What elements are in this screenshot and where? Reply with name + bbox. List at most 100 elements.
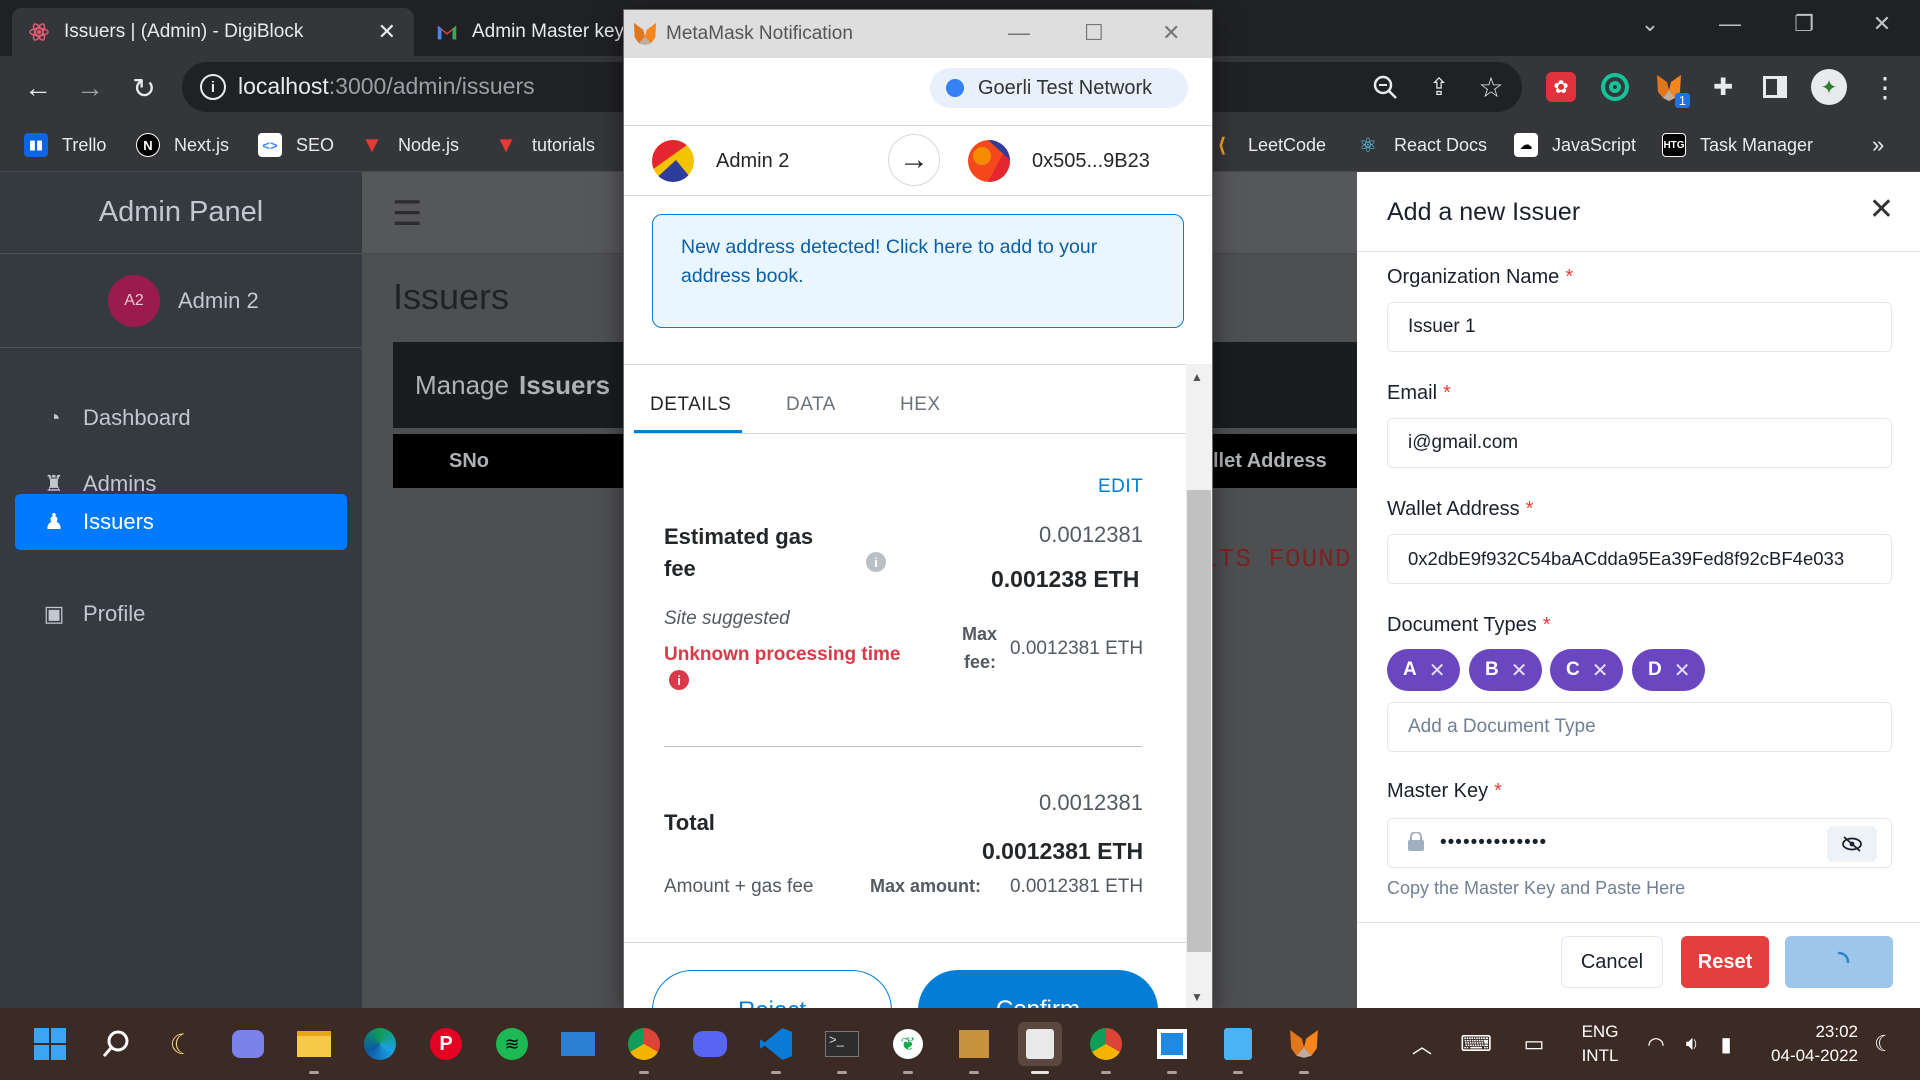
network-selector[interactable]: Goerli Test Network xyxy=(930,68,1188,108)
windows-start-icon[interactable] xyxy=(28,1022,72,1066)
cancel-button[interactable]: Cancel xyxy=(1561,936,1663,988)
extensions-puzzle-icon[interactable]: ✚ xyxy=(1704,68,1742,106)
notepad-icon[interactable] xyxy=(1216,1022,1260,1074)
bookmark-react-docs[interactable]: ⚛ React Docs xyxy=(1356,118,1487,172)
bookmark-leetcode[interactable]: ⟨ LeetCode xyxy=(1210,118,1326,172)
bookmark-nextjs[interactable]: N Next.js xyxy=(136,118,229,172)
tab-data[interactable]: DATA xyxy=(786,394,836,416)
info-icon[interactable]: i xyxy=(866,552,886,572)
drawer-header: Add a new Issuer ✕ xyxy=(1357,172,1920,252)
maximize-icon[interactable]: ☐ xyxy=(1084,20,1104,46)
forward-icon[interactable]: → xyxy=(70,68,110,108)
reset-button[interactable]: Reset xyxy=(1681,936,1769,988)
notifications-icon[interactable]: ☾ xyxy=(1862,1022,1906,1066)
new-address-notice[interactable]: New address detected! Click here to add … xyxy=(652,214,1184,328)
side-panel-icon[interactable] xyxy=(1756,68,1794,106)
share-icon[interactable]: ⇪ xyxy=(1420,68,1458,106)
tab-details[interactable]: DETAILS xyxy=(650,394,731,416)
document-type-input[interactable]: Add a Document Type xyxy=(1387,702,1892,752)
toggle-visibility-button[interactable] xyxy=(1827,826,1877,862)
scroll-down-icon[interactable]: ▼ xyxy=(1191,990,1203,1004)
bookmark-tutorials[interactable]: ▼ tutorials xyxy=(494,118,595,172)
pinterest-icon[interactable]: P xyxy=(424,1022,468,1066)
back-icon[interactable]: ← xyxy=(18,68,58,108)
submit-button[interactable] xyxy=(1785,936,1893,988)
bookmark-star-icon[interactable]: ☆ xyxy=(1472,68,1510,106)
metamask-popup: MetaMask Notification — ☐ ✕ Goerli Test … xyxy=(624,10,1212,1008)
bookmark-seo[interactable]: <> SEO xyxy=(258,118,334,172)
remove-tag-icon[interactable]: ✕ xyxy=(1674,658,1691,683)
tab-hex[interactable]: HEX xyxy=(900,394,941,416)
sidebar-item-profile[interactable]: ▣ Profile xyxy=(15,586,347,642)
search-icon[interactable] xyxy=(94,1022,138,1066)
language-indicator[interactable]: ENG INTL xyxy=(1570,1022,1630,1066)
email-input[interactable]: i@gmail.com xyxy=(1387,418,1892,468)
keyboard-icon[interactable]: ⌨ xyxy=(1454,1022,1498,1066)
sidebar-user-name: Admin 2 xyxy=(178,287,259,313)
tab-admin-master-key[interactable]: Admin Master key xyxy=(420,8,630,56)
close-icon[interactable]: ✕ xyxy=(1869,192,1894,227)
moon-app-icon[interactable]: ☾ xyxy=(160,1022,204,1066)
scrollbar-thumb[interactable] xyxy=(1187,490,1211,952)
terminal-icon[interactable]: >_ xyxy=(820,1022,864,1074)
more-menu-icon[interactable]: ⋮ xyxy=(1866,68,1904,106)
clock[interactable]: 23:02 04-04-2022 xyxy=(1754,1022,1858,1066)
minimize-icon[interactable]: — xyxy=(1008,20,1030,46)
to-account[interactable]: 0x505...9B23 xyxy=(968,140,1150,182)
battery-icon[interactable]: ▮ xyxy=(1704,1022,1748,1066)
tablet-mode-icon[interactable]: ▭ xyxy=(1512,1022,1556,1066)
chrome-profile-icon[interactable] xyxy=(1084,1022,1128,1074)
spotify-icon[interactable]: ≋ xyxy=(490,1022,534,1066)
hamburger-menu-icon[interactable]: ☰ xyxy=(392,194,422,234)
package-app-icon[interactable] xyxy=(952,1022,996,1074)
snipping-tool-icon[interactable] xyxy=(1018,1022,1062,1074)
notion-app-icon[interactable] xyxy=(1150,1022,1194,1074)
sidebar-user[interactable]: A2 Admin 2 xyxy=(0,254,362,348)
scroll-up-icon[interactable]: ▲ xyxy=(1191,370,1203,384)
close-tab-icon[interactable]: ✕ xyxy=(378,19,396,45)
master-key-input[interactable]: •••••••••••••• xyxy=(1387,818,1892,868)
bookmark-nodejs[interactable]: ▼ Node.js xyxy=(360,118,459,172)
bookmarks-overflow-icon[interactable]: » xyxy=(1872,118,1884,172)
grammarly-extension-icon[interactable] xyxy=(1596,68,1634,106)
close-icon[interactable]: ✕ xyxy=(1162,20,1180,46)
reload-icon[interactable]: ↻ xyxy=(124,68,164,108)
teams-chat-icon[interactable] xyxy=(226,1022,270,1066)
mail-icon[interactable] xyxy=(556,1022,600,1066)
bookmark-javascript[interactable]: ☁ JavaScript xyxy=(1514,118,1636,172)
mongodb-compass-icon[interactable]: ❦ xyxy=(886,1022,930,1074)
reject-button[interactable]: Reject xyxy=(652,970,892,1008)
file-explorer-icon[interactable] xyxy=(292,1022,336,1074)
remove-tag-icon[interactable]: ✕ xyxy=(1429,658,1446,683)
chrome-icon[interactable] xyxy=(622,1022,666,1074)
column-wallet-address: llet Address xyxy=(1213,450,1327,472)
drawer-title: Add a new Issuer xyxy=(1387,198,1581,226)
metamask-taskbar-icon[interactable] xyxy=(1282,1022,1326,1074)
sidebar-item-issuers[interactable]: ♟ Issuers xyxy=(15,494,347,550)
from-account[interactable]: Admin 2 xyxy=(652,140,789,182)
metamask-extension-icon[interactable]: 1 xyxy=(1650,68,1690,108)
edge-icon[interactable] xyxy=(358,1022,402,1066)
react-devtools-extension-icon[interactable]: ✿ xyxy=(1542,68,1580,106)
bookmark-task-manager[interactable]: HTG Task Manager xyxy=(1662,118,1813,172)
remove-tag-icon[interactable]: ✕ xyxy=(1592,658,1609,683)
sidebar-item-dashboard[interactable]: ◔ Dashboard xyxy=(15,390,347,446)
tray-chevron-up-icon[interactable]: ︿ xyxy=(1400,1022,1444,1066)
site-info-icon[interactable]: i xyxy=(200,74,226,100)
zoom-icon[interactable] xyxy=(1366,68,1404,106)
bookmark-trello[interactable]: ▮▮ Trello xyxy=(24,118,106,172)
wallet-address-input[interactable]: 0x2dbE9f932C54baACdda95Ea39Fed8f92cBF4e0… xyxy=(1387,534,1892,584)
restore-icon[interactable]: ❐ xyxy=(1774,6,1834,42)
discord-icon[interactable] xyxy=(688,1022,732,1066)
confirm-button[interactable]: Confirm xyxy=(918,970,1158,1008)
remove-tag-icon[interactable]: ✕ xyxy=(1511,658,1528,683)
vscode-icon[interactable] xyxy=(754,1022,798,1074)
brand-title[interactable]: Admin Panel xyxy=(0,172,362,254)
org-name-input[interactable]: Issuer 1 xyxy=(1387,302,1892,352)
close-window-icon[interactable]: ✕ xyxy=(1852,6,1912,42)
tab-issuers[interactable]: Issuers | (Admin) - DigiBlock ✕ xyxy=(12,8,414,56)
minimize-icon[interactable]: — xyxy=(1700,6,1760,42)
profile-avatar[interactable]: ✦ xyxy=(1810,68,1848,106)
chevron-down-icon[interactable]: ⌄ xyxy=(1620,6,1680,42)
edit-gas-link[interactable]: EDIT xyxy=(1098,476,1143,498)
